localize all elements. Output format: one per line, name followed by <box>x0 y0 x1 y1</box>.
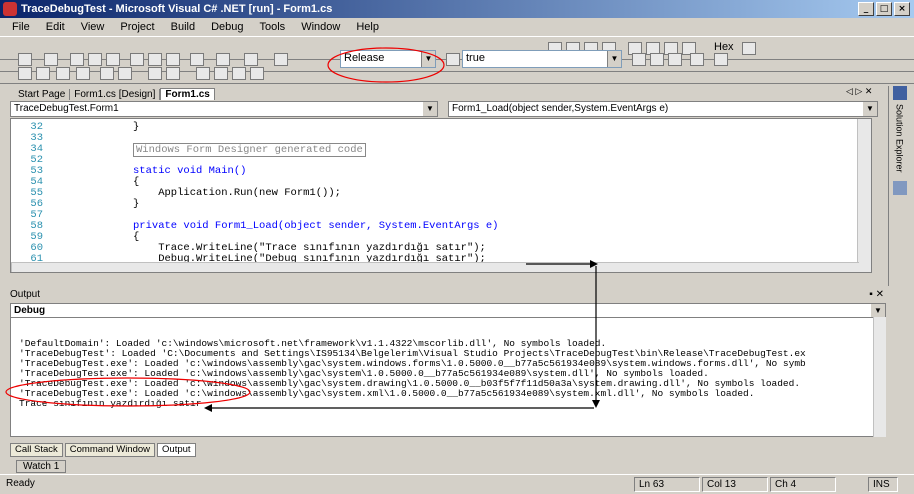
status-ch: Ch 4 <box>770 477 836 492</box>
status-col: Col 13 <box>702 477 768 492</box>
status-text: Ready <box>6 478 35 489</box>
release-highlight-ellipse <box>327 47 445 83</box>
tab-command-window[interactable]: Command Window <box>64 443 156 457</box>
annotation-overlay <box>5 47 600 412</box>
trace-output-highlight-ellipse <box>5 377 251 407</box>
status-line: Ln 63 <box>634 477 700 492</box>
status-bar: Ready Ln 63 Col 13 Ch 4 INS <box>0 474 914 494</box>
status-mode: INS <box>868 477 898 492</box>
tab-watch-1[interactable]: Watch 1 <box>16 460 67 473</box>
arrow-head-down <box>592 400 600 408</box>
bottom-tabs: Call Stack Command Window Output <box>10 443 198 457</box>
tab-call-stack[interactable]: Call Stack <box>10 443 63 457</box>
arrow-head-right <box>590 260 598 268</box>
arrow-head-left <box>204 404 212 412</box>
tab-output[interactable]: Output <box>157 443 196 457</box>
